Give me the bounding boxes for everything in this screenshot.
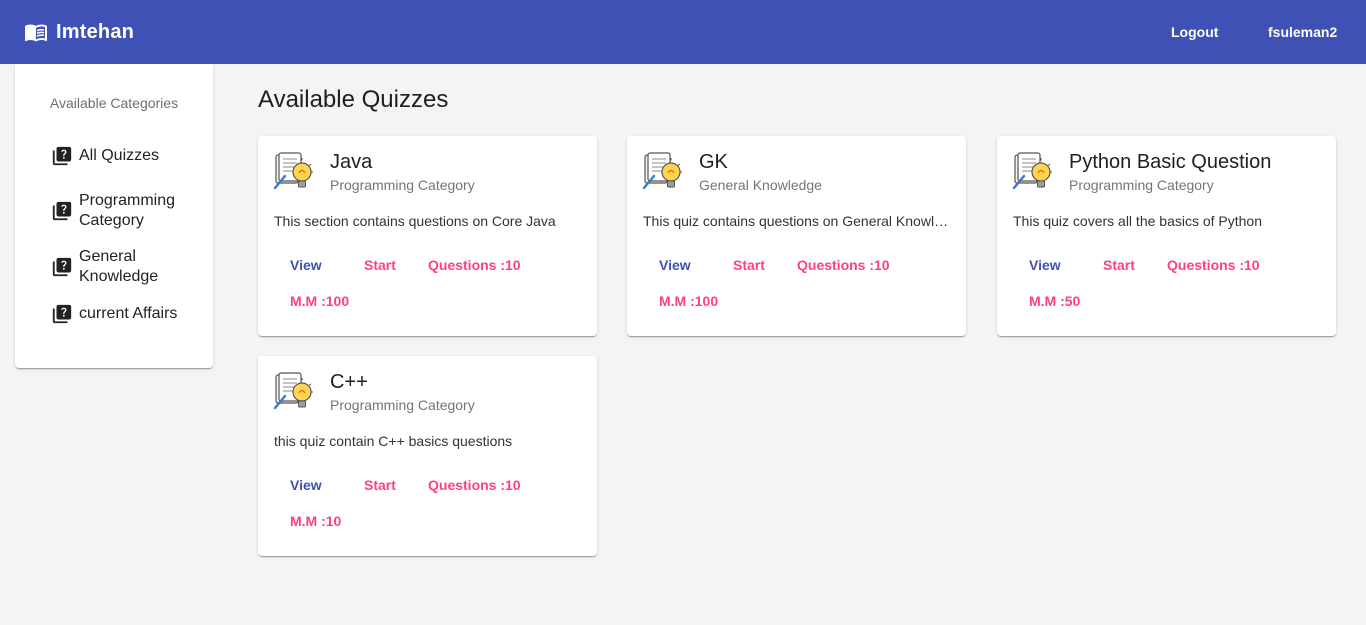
quiz-description: This quiz covers all the basics of Pytho… xyxy=(1013,213,1263,229)
questions-count: Questions :10 xyxy=(428,257,521,273)
quiz-card: C++ Programming Category this quiz conta… xyxy=(258,356,597,556)
quiz-category: Programming Category xyxy=(330,397,475,413)
sidebar-item-label: General Knowledge xyxy=(79,248,159,285)
start-quiz-button[interactable]: Start xyxy=(1103,257,1135,273)
view-quiz-button[interactable]: View xyxy=(659,257,691,273)
sidebar-item-label: Programming Category xyxy=(79,192,176,229)
sidebar-item-label: All Quizzes xyxy=(79,147,160,164)
quiz-title: Java xyxy=(330,151,373,173)
view-quiz-button[interactable]: View xyxy=(1029,257,1061,273)
live-help-icon xyxy=(52,201,72,221)
questions-count: Questions :10 xyxy=(428,477,521,493)
brand-link[interactable]: Imtehan xyxy=(24,0,134,64)
view-quiz-button[interactable]: View xyxy=(290,477,322,493)
live-help-icon xyxy=(52,146,72,166)
live-help-icon xyxy=(52,257,72,277)
quiz-card: Java Programming Category This section c… xyxy=(258,136,597,336)
quiz-card: Python Basic Question Programming Catego… xyxy=(997,136,1336,336)
start-quiz-button[interactable]: Start xyxy=(733,257,765,273)
quiz-title: GK xyxy=(699,151,728,173)
questions-count: Questions :10 xyxy=(1167,257,1260,273)
max-marks: M.M :50 xyxy=(1029,293,1081,309)
idea-document-icon xyxy=(642,152,682,190)
questions-count: Questions :10 xyxy=(797,257,890,273)
max-marks: M.M :100 xyxy=(659,293,719,309)
sidebar-item-current-affairs[interactable]: current Affairs xyxy=(51,303,189,325)
sidebar-item-general-knowledge[interactable]: General Knowledge xyxy=(51,247,189,287)
start-quiz-button[interactable]: Start xyxy=(364,257,396,273)
menu-book-icon xyxy=(25,24,47,42)
quiz-title: C++ xyxy=(330,371,368,393)
page-title: Available Quizzes xyxy=(258,86,449,113)
idea-document-icon xyxy=(273,152,313,190)
live-help-icon xyxy=(52,304,72,324)
quiz-category: General Knowledge xyxy=(699,177,822,193)
idea-document-icon xyxy=(273,372,313,410)
quiz-card: GK General Knowledge This quiz contains … xyxy=(627,136,966,336)
sidebar-item-all-quizzes[interactable]: All Quizzes xyxy=(51,145,189,167)
app-title: Imtehan xyxy=(56,20,135,43)
max-marks: M.M :10 xyxy=(290,513,342,529)
max-marks: M.M :100 xyxy=(290,293,350,309)
quiz-title: Python Basic Question xyxy=(1069,151,1272,173)
top-toolbar: Imtehan Logout fsuleman2 xyxy=(0,0,1366,64)
view-quiz-button[interactable]: View xyxy=(290,257,322,273)
idea-document-icon xyxy=(1012,152,1052,190)
quiz-description: This quiz contains questions on General … xyxy=(643,213,953,229)
categories-sidebar: Available Categories All Quizzes Program… xyxy=(15,64,213,368)
logout-button[interactable]: Logout xyxy=(1171,20,1218,44)
quiz-description: this quiz contain C++ basics questions xyxy=(274,433,513,449)
quiz-description: This section contains questions on Core … xyxy=(274,213,556,229)
quiz-category: Programming Category xyxy=(1069,177,1214,193)
sidebar-item-label: current Affairs xyxy=(79,305,178,322)
start-quiz-button[interactable]: Start xyxy=(364,477,396,493)
user-profile-button[interactable]: fsuleman2 xyxy=(1268,20,1337,44)
sidebar-item-programming-category[interactable]: Programming Category xyxy=(51,191,189,231)
sidebar-heading: Available Categories xyxy=(49,95,179,111)
quiz-category: Programming Category xyxy=(330,177,475,193)
